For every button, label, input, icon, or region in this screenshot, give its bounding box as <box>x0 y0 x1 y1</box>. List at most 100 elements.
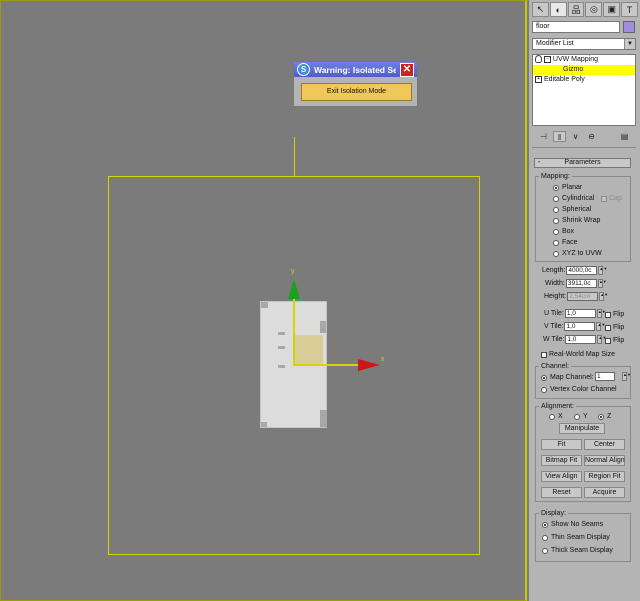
v-tile-input[interactable]: 1,0 <box>564 322 596 331</box>
spinner-arrows-icon[interactable]: ▲▼ <box>596 309 606 318</box>
radio-box[interactable]: Box <box>553 228 574 235</box>
w-tile-input[interactable]: 1,0 <box>565 335 597 344</box>
radio-dot <box>549 413 555 420</box>
collapse-icon: - <box>538 159 541 166</box>
make-unique-icon[interactable]: ∨ <box>569 131 582 142</box>
radio-label: Spherical <box>562 206 592 213</box>
width-input[interactable]: 3911,0c <box>565 279 597 288</box>
radio-dot <box>542 534 548 541</box>
pin-stack-icon[interactable]: ⊣ <box>537 131 550 142</box>
u-tile-input[interactable]: 1,0 <box>564 309 596 318</box>
spinner-arrows-icon[interactable]: ▲▼ <box>596 322 605 331</box>
x-axis-arrow-icon[interactable] <box>358 359 380 371</box>
gizmo-selection-highlight <box>293 335 323 366</box>
u-flip-checkbox[interactable]: Flip <box>605 311 624 318</box>
radio-thick-seam-display[interactable]: Thick Seam Display <box>542 547 613 554</box>
radio-face[interactable]: Face <box>553 239 578 246</box>
collapse-icon[interactable]: − <box>543 55 551 63</box>
stack-toolbar: ⊣ ‖ ∨ ⊖ ▤ <box>532 130 636 142</box>
height-input[interactable]: 2,54cm <box>567 292 599 301</box>
tab-hierarchy[interactable]: 品 <box>567 2 585 17</box>
object-detail <box>261 302 268 308</box>
radio-xyz-to-uvw[interactable]: XYZ to UVW <box>553 250 602 257</box>
spinner-arrows-icon[interactable]: ▲▼ <box>599 292 608 301</box>
modifier-list-label: Modifier List <box>536 40 574 47</box>
dialog-titlebar[interactable]: S Warning: Isolated Sel... ✕ <box>294 62 417 77</box>
radio-label: Map Channel: <box>550 374 594 381</box>
remove-modifier-icon[interactable]: ⊖ <box>585 131 598 142</box>
center-button[interactable]: Center <box>584 439 625 450</box>
lightbulb-icon[interactable] <box>535 55 542 64</box>
radio-dot <box>553 239 559 246</box>
close-icon[interactable]: ✕ <box>400 62 414 77</box>
radio-label: Y <box>583 413 588 420</box>
radio-spherical[interactable]: Spherical <box>553 206 591 213</box>
checkbox-box <box>605 337 611 344</box>
radio-label: Thick Seam Display <box>551 547 613 554</box>
stack-item-editable-poly[interactable]: + Editable Poly <box>533 75 635 85</box>
object-color-swatch[interactable] <box>623 21 635 33</box>
checkbox-label: Cap <box>609 195 622 202</box>
chevron-down-icon: ▼ <box>624 39 635 49</box>
x-axis-label: x <box>381 356 385 363</box>
length-input[interactable]: 4000,0c <box>566 266 598 275</box>
isolation-warning-dialog: S Warning: Isolated Sel... ✕ Exit Isolat… <box>293 61 418 107</box>
radio-map-channel[interactable]: Map Channel: <box>541 374 594 381</box>
manipulate-button[interactable]: Manipulate <box>559 423 605 434</box>
radio-align-z[interactable]: Z <box>598 413 611 420</box>
map-channel-input[interactable]: 1 <box>595 372 615 381</box>
radio-shrink-wrap[interactable]: Shrink Wrap <box>553 217 600 224</box>
fit-button[interactable]: Fit <box>541 439 582 450</box>
region-fit-button[interactable]: Region Fit <box>584 471 625 482</box>
tab-create[interactable]: ↖ <box>532 2 549 17</box>
radio-thin-seam-display[interactable]: Thin Seam Display <box>542 534 610 541</box>
show-end-result-icon[interactable]: ‖ <box>553 130 566 142</box>
reset-button[interactable]: Reset <box>541 487 582 498</box>
spinner-arrows-icon[interactable]: ▲▼ <box>598 266 607 275</box>
radio-planar[interactable]: Planar <box>553 184 582 191</box>
spinner-arrows-icon[interactable]: ▲▼ <box>622 372 631 381</box>
tab-utilities[interactable]: T <box>621 2 638 17</box>
radio-align-x[interactable]: X <box>549 413 563 420</box>
exit-isolation-mode-button[interactable]: Exit Isolation Mode <box>301 83 412 101</box>
acquire-button[interactable]: Acquire <box>584 487 625 498</box>
cap-checkbox[interactable]: Cap <box>601 195 622 202</box>
w-flip-checkbox[interactable]: Flip <box>605 337 624 344</box>
parameters-rollout-header[interactable]: - Parameters <box>534 158 631 168</box>
channel-group: Channel: <box>535 362 631 399</box>
view-align-button[interactable]: View Align <box>541 471 582 482</box>
group-title: Display: <box>539 509 568 518</box>
radio-label: Thin Seam Display <box>551 534 610 541</box>
radio-dot <box>542 521 548 528</box>
radio-label: Vertex Color Channel <box>550 386 617 393</box>
perspective-viewport[interactable]: y x S Warning: Isolated Sel... ✕ Exit Is… <box>0 0 527 601</box>
radio-vertex-color-channel[interactable]: Vertex Color Channel <box>541 386 617 393</box>
checkbox-label: Flip <box>613 337 625 344</box>
configure-sets-icon[interactable]: ▤ <box>618 131 631 142</box>
bitmap-fit-button[interactable]: Bitmap Fit <box>541 455 582 466</box>
expand-icon[interactable]: + <box>535 75 542 83</box>
radio-show-no-seams[interactable]: Show No Seams <box>542 521 603 528</box>
modifier-list-dropdown[interactable]: Modifier List ▼ <box>532 38 636 50</box>
normal-align-button[interactable]: Normal Align <box>584 455 625 466</box>
object-detail <box>278 365 285 368</box>
radio-cylindrical[interactable]: Cylindrical <box>553 195 594 202</box>
checkbox-label: Flip <box>613 311 625 318</box>
param-label: Length: <box>542 267 566 274</box>
stack-item-gizmo[interactable]: Gizmo <box>533 65 635 75</box>
radio-label: Z <box>607 413 612 420</box>
spinner-arrows-icon[interactable]: ▲▼ <box>597 279 607 288</box>
tab-motion[interactable]: ◎ <box>585 2 603 17</box>
radio-align-y[interactable]: Y <box>574 413 588 420</box>
tab-display[interactable]: ▣ <box>603 2 621 17</box>
radio-label: Shrink Wrap <box>562 217 601 224</box>
tab-modify[interactable]: ◐ <box>549 2 567 17</box>
object-name-field[interactable]: floor <box>532 21 620 33</box>
y-axis-arrow-icon[interactable] <box>288 279 300 299</box>
stack-item-uvw-mapping[interactable]: − UVW Mapping <box>533 55 635 65</box>
radio-dot <box>553 217 559 224</box>
real-world-map-size-checkbox[interactable]: Real-World Map Size <box>541 351 615 358</box>
spinner-arrows-icon[interactable]: ▲▼ <box>597 335 606 344</box>
hierarchy-icon: 品 <box>571 5 581 15</box>
v-flip-checkbox[interactable]: Flip <box>605 324 624 331</box>
